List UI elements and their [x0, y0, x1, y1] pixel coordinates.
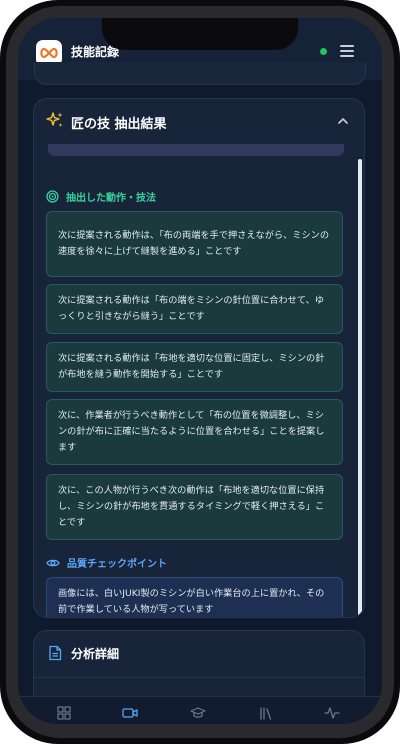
- menu-icon[interactable]: [340, 45, 354, 57]
- video-icon[interactable]: [122, 706, 138, 720]
- extraction-result-card: 匠の技 抽出結果 抽出した動作・技法 次に提案される動作は、「布の両端を手で押さ…: [33, 98, 365, 618]
- divider: [34, 677, 364, 678]
- activity-icon[interactable]: [324, 706, 340, 720]
- motion-item-text: 次に提案される動作は「布の端をミシンの針位置に合わせて、ゆっくりと引きながら縫う…: [58, 295, 324, 322]
- graduation-cap-icon[interactable]: [190, 706, 206, 720]
- connection-status-dot: [320, 48, 327, 55]
- motion-item-text: 次に提案される動作は「布地を適切な位置に固定し、ミシンの針が布地を縫う動作を開始…: [58, 353, 325, 380]
- previous-card: [34, 62, 366, 85]
- motion-item: 次に提案される動作は、「布の両端を手で押さえながら、ミシンの速度を徐々に上げて縫…: [46, 211, 343, 277]
- extraction-card-header[interactable]: 匠の技 抽出結果: [34, 99, 364, 143]
- scrollbar-thumb[interactable]: [358, 159, 362, 617]
- eye-icon: [46, 559, 60, 566]
- motion-item: 次に、作業者が行うべき動作として「布の位置を微調整し、ミシンの針が布に正確に当た…: [46, 399, 343, 465]
- infinity-logo-icon: [40, 47, 58, 59]
- quality-label-text: 品質チェックポイント: [67, 559, 167, 570]
- motion-item-text: 次に、作業者が行うべき動作として「布の位置を微調整し、ミシンの針が布に正確に当た…: [58, 410, 325, 453]
- motion-item-text: 次に提案される動作は、「布の両端を手で押さえながら、ミシンの速度を徐々に上げて縫…: [58, 230, 330, 257]
- motion-item: 次に、この人物が行うべき次の動作は「布地を適切な位置に保持し、ミシンの針が布地を…: [46, 474, 343, 540]
- quality-item-text: 画像には、白いJUKI製のミシンが白い作業台の上に置かれ、その前で作業している人…: [58, 588, 325, 615]
- quality-item: 画像には、白いJUKI製のミシンが白い作業台の上に置かれ、その前で作業している人…: [46, 577, 343, 617]
- document-icon: [49, 645, 62, 661]
- motion-item: 次に提案される動作は「布の端をミシンの針位置に合わせて、ゆっくりと引きながら縫う…: [46, 284, 343, 334]
- quality-section-label: 品質チェックポイント: [46, 555, 167, 570]
- bottom-tab-bar: [18, 696, 382, 724]
- analysis-card-title: 分析詳細: [71, 647, 120, 661]
- motions-section-label: 抽出した動作・技法: [46, 189, 156, 204]
- extraction-card-title: 匠の技 抽出結果: [71, 117, 167, 132]
- target-icon: [46, 190, 59, 203]
- chevron-up-icon[interactable]: [336, 114, 350, 128]
- screen: 技能記録 匠の技 抽出結果 抽出した動作・技法 次に提案される動作は、「布の両端…: [18, 18, 382, 724]
- notch: [102, 18, 298, 50]
- sparkle-icon: [46, 112, 63, 127]
- motion-item: 次に提案される動作は「布地を適切な位置に固定し、ミシンの針が布地を縫う動作を開始…: [46, 342, 343, 392]
- previous-section-edge: [48, 144, 344, 156]
- library-icon[interactable]: [258, 706, 274, 720]
- grid-icon[interactable]: [56, 706, 72, 720]
- motion-item-text: 次に、この人物が行うべき次の動作は「布地を適切な位置に保持し、ミシンの針が布地を…: [58, 485, 325, 528]
- motions-label-text: 抽出した動作・技法: [66, 193, 156, 204]
